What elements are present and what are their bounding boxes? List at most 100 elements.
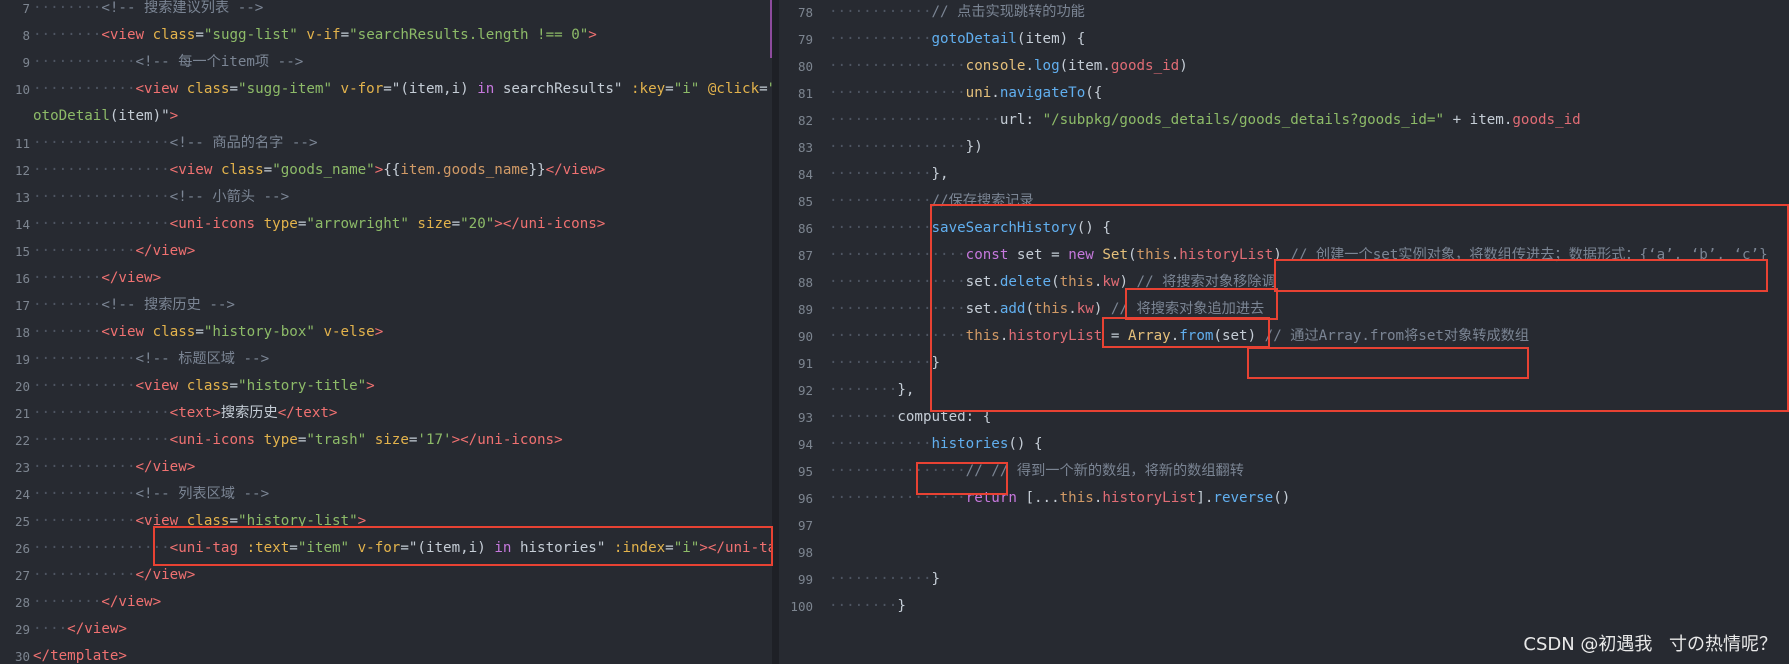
code-line[interactable]: 99 ············} bbox=[779, 566, 1789, 593]
line-number: 7 bbox=[22, 1, 30, 16]
code-line[interactable]: 8 ········<view class="sugg-list" v-if="s… bbox=[0, 22, 772, 49]
code-line[interactable]: 9 ············<!-- 每一个item项 --> bbox=[0, 49, 772, 76]
code-token: > bbox=[494, 216, 503, 232]
code-line[interactable]: 7 ········<!-- 搜索建议列表 --> bbox=[0, 0, 772, 22]
line-number: 93 bbox=[797, 410, 813, 425]
code-text: ············</view> bbox=[33, 238, 195, 265]
code-token: > bbox=[374, 324, 384, 340]
highlight-box-save-history bbox=[930, 204, 1789, 412]
indent-guide: ················ bbox=[33, 405, 170, 421]
code-line[interactable]: 100 ········} bbox=[779, 593, 1789, 620]
code-text: ············</view> bbox=[33, 454, 195, 481]
code-line[interactable]: 83 ················}) bbox=[779, 134, 1789, 161]
code-line[interactable]: 23 ············</view> bbox=[0, 454, 772, 481]
code-line[interactable]: 97 bbox=[779, 512, 1789, 539]
line-number: 25 bbox=[14, 514, 30, 529]
line-number: 23 bbox=[14, 460, 30, 475]
code-line[interactable]: 10 ············<view class="sugg-item" v-… bbox=[0, 76, 772, 103]
code-token: > bbox=[374, 162, 384, 178]
code-line[interactable]: 98 bbox=[779, 539, 1789, 566]
line-number: 96 bbox=[797, 491, 813, 506]
code-token: v-else bbox=[323, 324, 375, 340]
code-token: (item)" bbox=[109, 108, 170, 124]
line-number: 87 bbox=[797, 248, 813, 263]
code-token: this bbox=[1059, 490, 1094, 506]
code-token: goods_id bbox=[1512, 112, 1581, 128]
code-text: ············<view class="sugg-item" v-fo… bbox=[33, 76, 772, 103]
code-line[interactable]: 82 ····················url: "/subpkg/good… bbox=[779, 107, 1789, 134]
code-line[interactable]: 16 ········</view> bbox=[0, 265, 772, 292]
indent-guide: ············ bbox=[33, 351, 136, 367]
code-token: console bbox=[965, 58, 1026, 74]
indent-guide: ········ bbox=[33, 0, 102, 16]
code-token: = bbox=[665, 81, 674, 97]
code-line[interactable]: 30 </template> bbox=[0, 643, 772, 664]
indent-guide: ············ bbox=[33, 81, 136, 97]
code-line[interactable]: 14 ················<uni-icons type = "arrow… bbox=[0, 211, 772, 238]
code-token: "20" bbox=[460, 216, 495, 232]
code-token: "history-title" bbox=[238, 378, 367, 394]
line-number: 11 bbox=[14, 136, 30, 151]
indent-guide: ················ bbox=[33, 189, 170, 205]
code-text: ········} bbox=[829, 593, 906, 620]
line-number: 90 bbox=[797, 329, 813, 344]
line-number: 19 bbox=[14, 352, 30, 367]
code-text: ············<view class="history-title"> bbox=[33, 373, 375, 400]
code-line[interactable]: 29 ····</view> bbox=[0, 616, 772, 643]
line-number: 83 bbox=[797, 140, 813, 155]
code-token: . bbox=[991, 85, 1000, 101]
code-line[interactable]: 84 ············}, bbox=[779, 161, 1789, 188]
code-line[interactable]: 21 ················<text>搜索历史</text> bbox=[0, 400, 772, 427]
code-line[interactable]: 18 ········<view class="history-box" v-el… bbox=[0, 319, 772, 346]
code-line[interactable]: 94 ············histories() { bbox=[779, 431, 1789, 458]
pane-divider[interactable] bbox=[772, 0, 779, 664]
code-token: ) bbox=[1179, 58, 1188, 74]
code-line[interactable]: 24 ············<!-- 列表区域 --> bbox=[0, 481, 772, 508]
code-line[interactable]: 22 ················<uni-icons type="trash… bbox=[0, 427, 772, 454]
code-token: </view> bbox=[101, 270, 162, 286]
code-token: class bbox=[186, 81, 230, 97]
code-text: ················<!-- 小箭头 --> bbox=[33, 184, 289, 211]
code-text: ················<view class="goods_name"… bbox=[33, 157, 605, 184]
code-line[interactable]: otoDetail(item)"> bbox=[0, 103, 772, 130]
code-text: ········}, bbox=[829, 377, 914, 404]
code-line[interactable]: 27 ············</view> bbox=[0, 562, 772, 589]
code-line[interactable]: 79 ············gotoDetail(item) { bbox=[779, 26, 1789, 53]
code-line[interactable]: 19 ············<!-- 标题区域 --> bbox=[0, 346, 772, 373]
code-line[interactable]: 13 ················<!-- 小箭头 --> bbox=[0, 184, 772, 211]
code-text: ········<view class="history-box" v-else… bbox=[33, 319, 383, 346]
code-token: > bbox=[451, 432, 461, 448]
code-token: = bbox=[759, 81, 768, 97]
code-token: <!-- 每一个item项 --> bbox=[135, 54, 304, 70]
code-line[interactable]: 15 ············</view> bbox=[0, 238, 772, 265]
code-line[interactable]: 17 ········<!-- 搜索历史 --> bbox=[0, 292, 772, 319]
code-token: </view> bbox=[135, 567, 196, 583]
code-token: <!-- 小箭头 --> bbox=[169, 189, 290, 205]
code-line[interactable]: 12 ················<view class="goods_nam… bbox=[0, 157, 772, 184]
code-text: ············} bbox=[829, 566, 940, 593]
code-token: <view bbox=[101, 27, 145, 43]
line-number: 95 bbox=[797, 464, 813, 479]
indent-guide: ···· bbox=[33, 621, 68, 637]
code-token: class bbox=[152, 27, 196, 43]
code-token: <!-- 标题区域 --> bbox=[135, 351, 270, 367]
code-text: ············} bbox=[829, 350, 940, 377]
line-number: 8 bbox=[22, 28, 30, 43]
code-line[interactable]: 78 ············// 点击实现跳转的功能 bbox=[779, 0, 1789, 26]
line-number: 82 bbox=[797, 113, 813, 128]
code-line[interactable]: 20 ············<view class="history-title… bbox=[0, 373, 772, 400]
code-token: = bbox=[451, 216, 461, 232]
code-token: </view> bbox=[545, 162, 606, 178]
line-number: 80 bbox=[797, 59, 813, 74]
code-line[interactable]: 28 ········</view> bbox=[0, 589, 772, 616]
code-text: ················<text>搜索历史</text> bbox=[33, 400, 337, 427]
code-line[interactable]: 81 ················uni.navigateTo({ bbox=[779, 80, 1789, 107]
code-line[interactable]: 11 ················<!-- 商品的名字 --> bbox=[0, 130, 772, 157]
code-token: = bbox=[229, 81, 239, 97]
indent-guide: ········ bbox=[829, 409, 898, 425]
code-token: size bbox=[374, 432, 409, 448]
code-line[interactable]: 80 ················console.log(item.goods… bbox=[779, 53, 1789, 80]
line-number: 26 bbox=[14, 541, 30, 556]
